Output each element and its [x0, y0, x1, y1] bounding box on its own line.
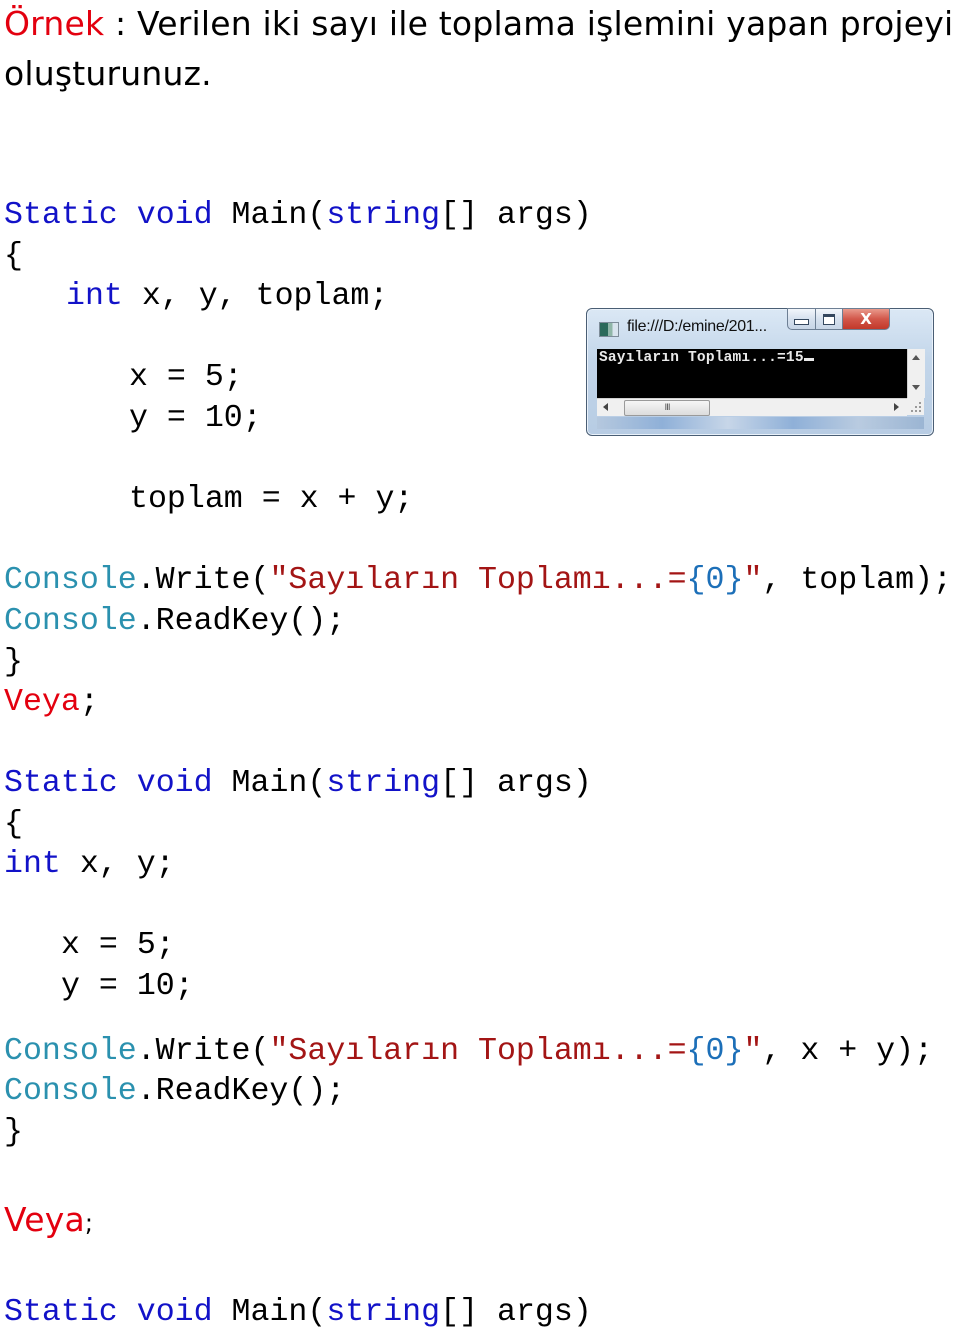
keyword-static: Static: [4, 1295, 118, 1330]
window-titlebar[interactable]: file:///D:/emine/201... X: [587, 308, 933, 343]
heading-separator: :: [104, 4, 137, 43]
console-app-icon: [599, 322, 619, 337]
keyword-static: Static: [4, 198, 118, 233]
console-window: file:///D:/emine/201... X Sayıların Topl…: [586, 308, 934, 436]
window-bottom-frame: [597, 417, 924, 429]
minimize-button[interactable]: [787, 308, 816, 330]
maximize-button[interactable]: [815, 308, 843, 330]
code-line-assign-y: y = 10;: [129, 401, 262, 436]
method-readkey: .ReadKey();: [136, 1074, 346, 1109]
format-placeholder: {0}: [686, 1034, 744, 1069]
params: [] args): [440, 766, 592, 801]
scroll-thumb[interactable]: III: [624, 400, 710, 416]
params: [] args): [440, 1295, 592, 1330]
method-write: .Write(: [136, 563, 270, 598]
scroll-up-arrow-icon[interactable]: [912, 355, 920, 360]
horizontal-scrollbar[interactable]: III: [597, 398, 907, 416]
code-line-assign-y: y = 10;: [61, 969, 194, 1004]
string-literal: "Sayıların Toplamı...=: [269, 563, 687, 598]
veya-label: Veya: [4, 685, 80, 720]
veya-label: Veya: [4, 1200, 85, 1239]
maximize-icon: [823, 313, 835, 325]
window-title: file:///D:/emine/201...: [627, 318, 767, 335]
code-line-write: Console.Write("Sayıların Toplamı...={0}"…: [4, 1032, 933, 1072]
format-placeholder: {0}: [686, 563, 744, 598]
type-console: Console: [4, 1034, 137, 1069]
keyword-void: void: [136, 1295, 213, 1330]
keyword-static: Static: [4, 766, 118, 801]
string-quote: ": [743, 563, 763, 598]
type-console: Console: [4, 563, 137, 598]
keyword-void: void: [136, 198, 213, 233]
keyword-string: string: [326, 766, 441, 801]
heading-text: Verilen iki sayı ile toplama işlemini ya…: [137, 4, 954, 43]
declaration-vars: x, y;: [60, 847, 175, 882]
code-line-signature: Static void Main(string[] args): [4, 196, 592, 236]
scroll-left-arrow-icon[interactable]: [603, 403, 608, 411]
method-name: Main(: [231, 198, 327, 233]
code-line-assign-x: x = 5;: [129, 360, 243, 395]
code-line-declaration: int x, y;: [4, 845, 175, 885]
scroll-right-arrow-icon[interactable]: [894, 403, 899, 411]
keyword-void: void: [136, 766, 213, 801]
code-line-close-brace: }: [4, 1115, 23, 1150]
code-line-readkey: Console.ReadKey();: [4, 602, 345, 642]
close-button[interactable]: X: [842, 308, 890, 330]
type-console: Console: [4, 604, 137, 639]
code-line-write: Console.Write("Sayıların Toplamı...={0}"…: [4, 561, 952, 601]
params: [] args): [440, 198, 592, 233]
code-line-close-brace: }: [4, 645, 23, 680]
keyword-int: int: [66, 279, 123, 314]
keyword-int: int: [4, 847, 61, 882]
resize-grip-icon[interactable]: [907, 398, 924, 415]
method-name: Main(: [231, 766, 327, 801]
scroll-down-arrow-icon[interactable]: [912, 385, 920, 390]
code-line-readkey: Console.ReadKey();: [4, 1072, 345, 1112]
write-args: , x + y);: [762, 1034, 934, 1069]
code-line-signature: Static void Main(string[] args): [4, 764, 592, 804]
grip-icon: III: [664, 403, 671, 413]
vertical-scrollbar[interactable]: [907, 349, 925, 398]
code-line-assign-x: x = 5;: [61, 928, 175, 963]
minimize-icon: [794, 319, 809, 325]
console-output-area: Sayıların Toplamı...=15: [597, 349, 907, 398]
code-line-signature: Static void Main(string[] args): [4, 1293, 592, 1333]
exercise-heading: Örnek : Verilen iki sayı ile toplama işl…: [4, 4, 953, 43]
code-line-sum: toplam = x + y;: [129, 482, 414, 517]
keyword-string: string: [326, 198, 441, 233]
keyword-string: string: [326, 1295, 441, 1330]
close-icon: X: [860, 310, 872, 328]
method-readkey: .ReadKey();: [136, 604, 346, 639]
heading-text-line2: oluşturunuz.: [4, 54, 212, 93]
code-line-declaration: int x, y, toplam;: [66, 277, 388, 317]
example-label: Örnek: [4, 4, 105, 43]
veya-punct: ;: [84, 1209, 94, 1237]
write-args: , toplam);: [762, 563, 952, 598]
console-output-text: Sayıların Toplamı...=15: [599, 350, 804, 366]
veya-punct: ;: [79, 685, 99, 720]
type-console: Console: [4, 1074, 137, 1109]
code-line-open-brace: {: [4, 239, 23, 274]
method-write: .Write(: [136, 1034, 270, 1069]
veya-line: Veya;: [4, 1200, 93, 1239]
method-name: Main(: [231, 1295, 327, 1330]
declaration-vars: x, y, toplam;: [122, 279, 389, 314]
string-quote: ": [743, 1034, 763, 1069]
veya-line: Veya;: [4, 683, 99, 723]
text-cursor: [803, 358, 814, 361]
code-line-open-brace: {: [4, 807, 23, 842]
string-literal: "Sayıların Toplamı...=: [269, 1034, 687, 1069]
